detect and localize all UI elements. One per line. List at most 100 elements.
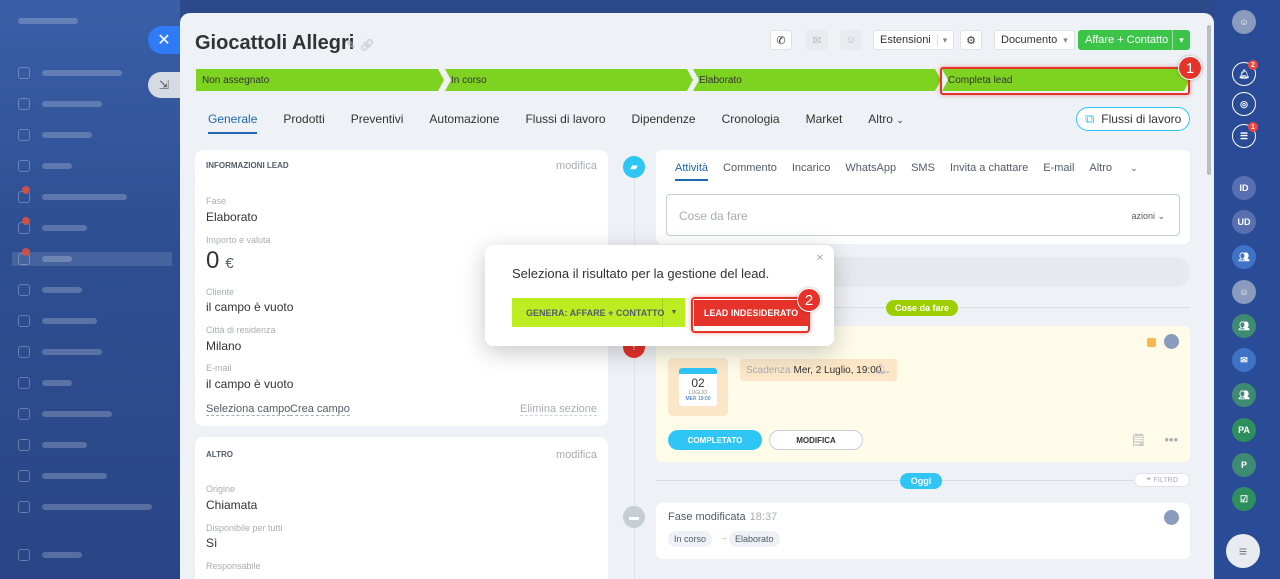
field-value[interactable]: il campo è vuoto (206, 300, 293, 314)
tab-generale[interactable]: Generale (208, 112, 258, 134)
edit-link[interactable]: modifica (556, 160, 597, 172)
avatar[interactable]: PA (1232, 418, 1256, 442)
tab-altro[interactable]: Altro ⌄ (868, 112, 904, 134)
field-label: Responsabile (206, 561, 261, 571)
avatar[interactable]: ☺ (1232, 280, 1256, 304)
tab-market[interactable]: Market (806, 112, 843, 134)
extensions-dropdown[interactable]: Estensioni ▾ (873, 30, 955, 50)
todo-pill: Cose da fare (886, 300, 958, 316)
chevron-down-icon[interactable]: ▼ (662, 298, 685, 327)
highlight-complete-lead (940, 67, 1190, 95)
field-label: Importo e valuta (206, 235, 271, 245)
tab-attivita[interactable]: Attività (675, 162, 709, 181)
task-icon[interactable]: ☑ (1232, 487, 1256, 511)
field-label: Fase (206, 196, 227, 206)
chat-icon[interactable]: ☺ (840, 30, 862, 50)
convert-label: Affare + Contatto (1085, 34, 1169, 46)
amount-value[interactable]: 0 € (206, 247, 234, 275)
field-value[interactable]: Elaborato (206, 210, 257, 224)
other-card: ALTRO modifica Origine Chiamata Disponib… (195, 437, 608, 579)
tab-whatsapp[interactable]: WhatsApp (845, 162, 896, 181)
avatar (1164, 510, 1179, 525)
tag-icon: ▬ (623, 506, 645, 528)
calendar-icon: 02 LUGLIO MER 19:00 (668, 358, 728, 416)
chevron-down-icon[interactable]: ▾ (1172, 30, 1190, 50)
close-icon[interactable]: ✕ (816, 253, 824, 264)
group-icon[interactable]: 👥︎ (1232, 383, 1256, 407)
stage-processed[interactable]: Elaborato (693, 69, 941, 91)
edit-title-icon[interactable]: ✎ 🔗︎ (346, 38, 375, 52)
more-icon[interactable]: ••• (1164, 432, 1178, 447)
field-value[interactable]: Chiamata (206, 498, 257, 512)
tab-altro-label: Altro (868, 112, 893, 126)
generate-deal-contact-button[interactable]: GENERA: AFFARE + CONTATTO ▼ (512, 298, 685, 327)
tab-commento[interactable]: Commento (723, 162, 777, 181)
comment-icon: ▰ (623, 156, 645, 178)
field-value[interactable]: Milano (206, 339, 241, 353)
field-value[interactable]: Sì (206, 536, 217, 550)
tab-preventivi[interactable]: Preventivi (351, 112, 404, 134)
delete-section-link[interactable]: Elimina sezione (520, 403, 598, 416)
document-dropdown[interactable]: Documento ▾ (994, 30, 1075, 50)
mail-icon[interactable]: ✉ (806, 30, 828, 50)
menu-icon[interactable]: ≡ (1226, 534, 1260, 568)
modify-button[interactable]: MODIFICA (769, 430, 863, 450)
filter-button[interactable]: ⏷ FILTRO (1134, 473, 1190, 487)
tab-prodotti[interactable]: Prodotti (283, 112, 324, 134)
popup-title: Seleziona il risultato per la gestione d… (512, 266, 770, 281)
close-slider-button[interactable]: ✕ (148, 26, 180, 54)
phone-icon[interactable]: ✆ (770, 30, 792, 50)
annotation-badge-1: 1 (1178, 56, 1202, 80)
chat-icon[interactable]: ☰ 1 (1232, 122, 1258, 148)
tab-invita[interactable]: Invita a chattare (950, 162, 1028, 181)
actions-label: azioni (1131, 211, 1155, 221)
avatar[interactable]: UD (1232, 210, 1256, 234)
minimize-slider-button[interactable]: ⇲ (148, 72, 180, 98)
right-bar: ☺ 🔔︎ 2 ◎ ☰ 1 ID UD 👥︎ ☺ 👥︎ ✉ 👥︎ PA P ☑ ≡ (1214, 0, 1280, 579)
stage-not-assigned[interactable]: Non assegnato (196, 69, 444, 91)
workflows-button[interactable]: ⧉ Flussi di lavoro (1076, 107, 1190, 131)
note-icon[interactable]: 🗒︎ (1131, 433, 1146, 447)
complete-button[interactable]: COMPLETATO (668, 430, 762, 450)
chat-icon[interactable]: ✉ (1232, 348, 1256, 372)
edit-link[interactable]: modifica (556, 449, 597, 461)
todo-input[interactable]: Cose da fare azioni ⌄ (666, 194, 1180, 236)
document-label: Documento (1001, 34, 1058, 46)
select-field-link[interactable]: Seleziona campo (206, 403, 291, 416)
bell-icon[interactable]: 🔔︎ (874, 364, 887, 375)
workflows-label: Flussi di lavoro (1101, 112, 1182, 126)
tab-altro-label: Altro (1089, 162, 1113, 174)
avatar[interactable]: ID (1232, 176, 1256, 200)
group-icon[interactable]: 👥︎ (1232, 314, 1256, 338)
stage-in-progress[interactable]: In corso (445, 69, 693, 91)
actions-dropdown[interactable]: azioni ⌄ (1131, 211, 1165, 222)
convert-deal-contact-button[interactable]: Affare + Contatto ▾ (1078, 30, 1190, 50)
user-avatar[interactable]: ☺ (1232, 10, 1256, 34)
field-value[interactable]: il campo è vuoto (206, 377, 293, 391)
create-field-link[interactable]: Crea campo (290, 403, 350, 416)
fase-time: 18:37 (749, 511, 778, 523)
scrollbar[interactable] (1207, 25, 1211, 175)
tab-altro-activity[interactable]: Altro ⌄ (1089, 162, 1152, 181)
gear-icon[interactable]: ⚙ (960, 30, 982, 50)
currency: € (225, 255, 234, 272)
avatar[interactable]: P (1232, 453, 1256, 477)
calendar-day: 02 (691, 376, 705, 390)
tab-cronologia[interactable]: Cronologia (722, 112, 780, 134)
radar-icon[interactable]: ◎ (1232, 92, 1256, 116)
tab-flussi[interactable]: Flussi di lavoro (525, 112, 605, 134)
deadline-value: Mer, 2 Luglio, 19:00 (793, 364, 882, 376)
tab-dipendenze[interactable]: Dipendenze (632, 112, 696, 134)
filter-label: FILTRO (1153, 476, 1178, 484)
field-label: Disponibile per tutti (206, 523, 283, 533)
today-pill: Oggi (900, 473, 942, 489)
tab-incarico[interactable]: Incarico (792, 162, 831, 181)
tab-email[interactable]: E-mail (1043, 162, 1074, 181)
calendar-weekday: MER 19:00 (685, 396, 711, 402)
tab-sms[interactable]: SMS (911, 162, 935, 181)
card-title: INFORMAZIONI LEAD (206, 161, 289, 170)
field-label: Cliente (206, 287, 235, 297)
bell-icon[interactable]: 🔔︎ 2 (1232, 60, 1258, 86)
tab-automazione[interactable]: Automazione (429, 112, 499, 134)
group-icon[interactable]: 👥︎ (1232, 245, 1256, 269)
